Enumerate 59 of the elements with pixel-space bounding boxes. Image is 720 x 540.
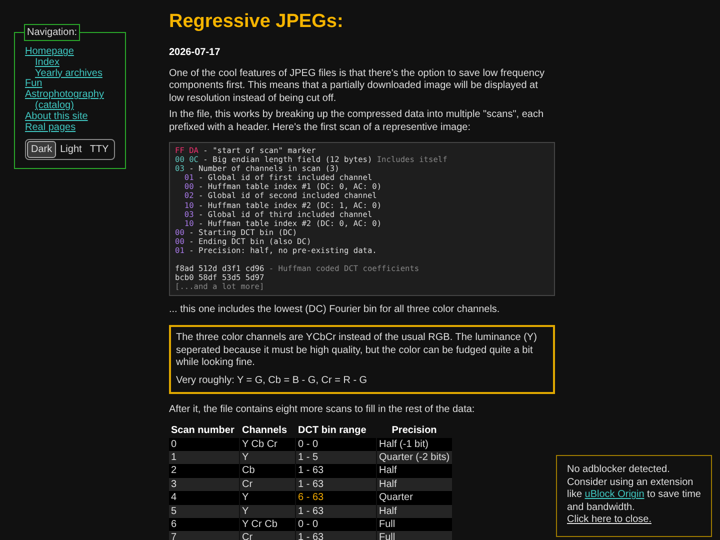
table-cell: Y — [240, 491, 295, 505]
navigation-title: Navigation: — [24, 24, 80, 41]
table-cell: 1 - 63 — [296, 478, 376, 492]
nav-link[interactable]: Astrophotography — [25, 90, 104, 101]
table-cell: Half (-1 bit) — [377, 438, 452, 451]
table-cell: Y — [240, 450, 295, 464]
table-cell: 1 - 63 — [296, 504, 376, 518]
table-cell: 7 — [169, 531, 239, 540]
column-header: Precision — [390, 424, 438, 438]
nav-link[interactable]: Yearly archives — [35, 68, 102, 80]
nav-link[interactable]: About this site — [25, 112, 88, 123]
column-header: DCT bin range — [297, 424, 368, 438]
close-link[interactable]: Click here to close. — [567, 514, 652, 526]
table-cell: 2 — [169, 464, 239, 478]
table-cell: Quarter — [377, 491, 452, 505]
table-cell: 1 - 5 — [296, 450, 376, 464]
table-cell: Y — [240, 504, 295, 518]
nav-link[interactable]: Real pages — [25, 122, 76, 134]
paragraph: After it, the file contains eight more scans to fill in the rest of the data: — [169, 404, 476, 416]
table-cell: Half — [377, 478, 452, 492]
column-header: Scan number — [170, 424, 236, 438]
nav-link[interactable]: (catalog) — [35, 100, 74, 112]
column-header: Channels — [241, 424, 288, 438]
callout-text: The three color channels are YCbCr instead of the usual RGB. The luminance (Y) seperated because it must be high quality, but the color can be fudged quite a bit while looking fine. — [176, 332, 538, 370]
paragraph: One of the cool features of JPEG files is that there's the option to save low frequency components first. This means that a partially downloaded image will be displayed at low resolution instead of being cut off. — [169, 68, 546, 105]
article-title: Regressive JPEGs: — [169, 11, 344, 33]
theme-button[interactable]: Light — [56, 141, 86, 158]
theme-button[interactable]: TTY — [86, 141, 113, 158]
extension-link[interactable]: uBlock Origin — [584, 489, 644, 500]
table-cell: 1 - 63 — [296, 464, 376, 478]
nav-link[interactable]: Homepage — [25, 47, 74, 58]
table-cell: Y Cr Cb — [240, 518, 295, 532]
table-cell: Y Cb Cr — [240, 438, 295, 451]
nav-link[interactable]: Index — [35, 58, 60, 69]
table-cell: 6 — [169, 518, 239, 532]
table-cell: Cb — [240, 464, 295, 478]
paragraph: ... this one includes the lowest (DC) Fourier bin for all three color channels. — [169, 304, 501, 316]
table-cell: 0 - 0 — [296, 518, 376, 532]
table-cell: 0 - 0 — [296, 438, 376, 451]
table-cell: 4 — [169, 491, 239, 505]
table-cell: 1 — [169, 450, 239, 464]
nav-link[interactable]: Fun — [25, 79, 42, 90]
table-cell: 5 — [169, 504, 239, 518]
table-cell: 0 — [169, 438, 239, 451]
callout-text: Very roughly: Y = G, Cb = B - G, Cr = R - G — [176, 374, 368, 387]
table-cell: Full — [377, 531, 452, 540]
adblock-notice: No adblocker detected. Consider using an extension like uBlock Origin to save time and bandwidth. Click here to close. — [567, 464, 701, 527]
table-cell: 1 - 63 — [296, 531, 376, 540]
table-cell: Half — [377, 504, 452, 518]
table-cell: 3 — [169, 478, 239, 492]
table-cell: Cr — [240, 478, 295, 492]
table-cell: 6 - 63 — [296, 491, 376, 505]
table-cell: Quarter (-2 bits) — [377, 450, 452, 464]
table-cell: Half — [377, 464, 452, 478]
post-date: 2026-07-17 — [169, 47, 222, 60]
paragraph: In the file, this works by breaking up the compressed data into multiple "scans", each prefixed with a header. Here's the first scan of a representive image: — [169, 109, 545, 134]
table-cell: Cr — [240, 531, 295, 540]
theme-button[interactable]: Dark — [27, 141, 56, 158]
table-cell: Full — [377, 518, 452, 532]
